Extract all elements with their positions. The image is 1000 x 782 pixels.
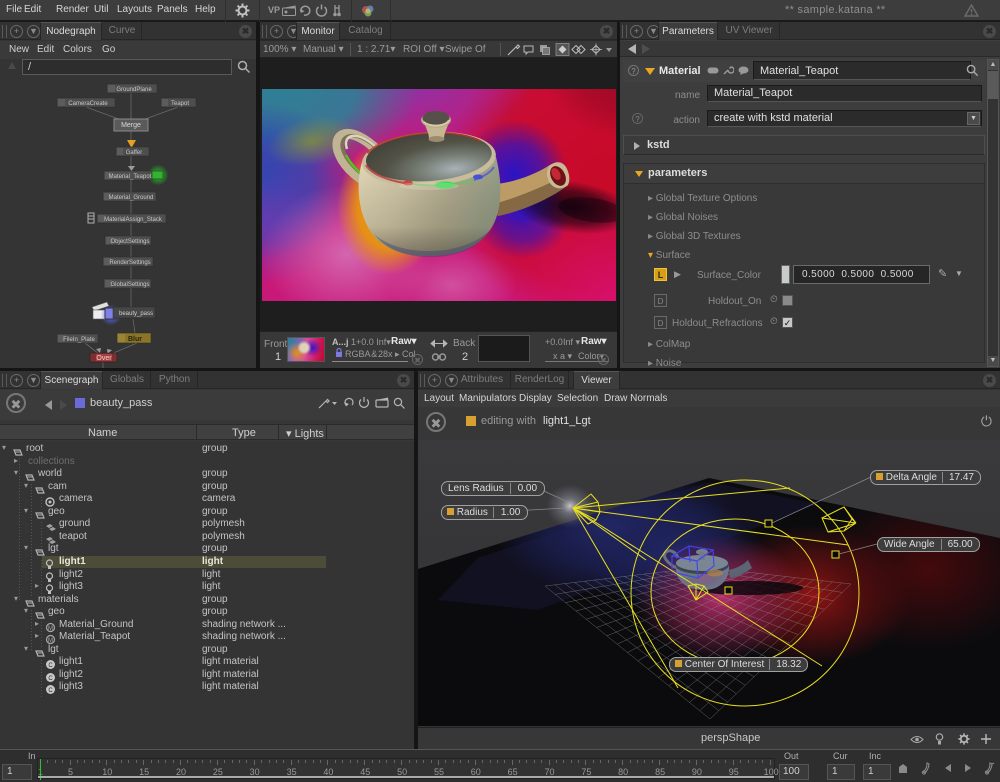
svg-text:M: M bbox=[48, 626, 53, 632]
svg-text:Gaffer: Gaffer bbox=[126, 150, 143, 156]
svg-text:Over: Over bbox=[96, 355, 112, 362]
svg-text:Merge: Merge bbox=[121, 122, 141, 129]
svg-text:Blur: Blur bbox=[128, 336, 142, 343]
svg-text:Teapot: Teapot bbox=[171, 101, 189, 107]
svg-text:Material_Teapot: Material_Teapot bbox=[109, 174, 152, 180]
svg-text:MaterialAssign_Stack: MaterialAssign_Stack bbox=[104, 217, 163, 223]
svg-text:C: C bbox=[48, 676, 53, 682]
svg-text:GroundPlane: GroundPlane bbox=[116, 87, 152, 93]
svg-text:C: C bbox=[48, 663, 53, 669]
svg-text:C: C bbox=[48, 688, 53, 694]
svg-text:RenderSettings: RenderSettings bbox=[109, 260, 150, 266]
svg-text:Material_Ground: Material_Ground bbox=[109, 195, 154, 201]
svg-text:beauty_pass: beauty_pass bbox=[119, 311, 153, 317]
svg-text:GlobalSettings: GlobalSettings bbox=[110, 282, 149, 288]
svg-text:CameraCreate: CameraCreate bbox=[68, 101, 108, 107]
svg-text:FileIn_Plate: FileIn_Plate bbox=[63, 337, 95, 343]
svg-text:ObjectSettings: ObjectSettings bbox=[110, 239, 149, 245]
